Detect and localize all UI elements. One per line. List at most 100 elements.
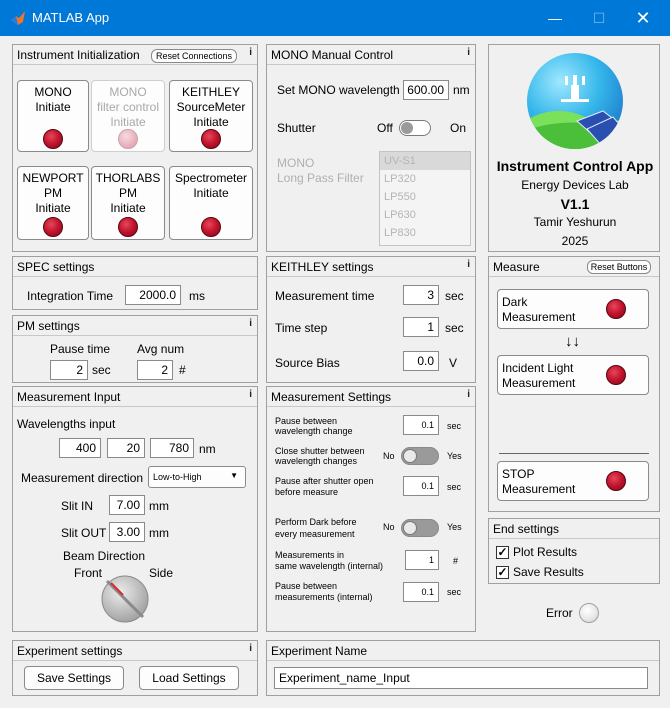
plot-results-checkbox[interactable]: ✓ bbox=[496, 546, 509, 559]
mono-manual-panel: MONO Manual Control i Set MONO wavelengt… bbox=[266, 44, 476, 252]
chevron-down-icon: ▼ bbox=[230, 471, 238, 480]
button-label: Dark bbox=[502, 295, 528, 309]
pause-time-label: Pause time bbox=[50, 342, 111, 356]
avg-num-input[interactable]: 2 bbox=[137, 360, 173, 380]
stop-measurement-button[interactable]: STOP Measurement bbox=[497, 461, 649, 501]
wavelength-start-input[interactable]: 400 bbox=[59, 438, 101, 458]
button-label: Initiate bbox=[35, 201, 71, 215]
time-step-label: Time step bbox=[275, 321, 328, 335]
filter-label: Long Pass Filter bbox=[277, 171, 364, 185]
info-icon[interactable]: i bbox=[467, 259, 470, 270]
save-results-label: Save Results bbox=[513, 565, 584, 579]
time-step-input[interactable]: 1 bbox=[403, 317, 439, 337]
list-item[interactable]: LP550 bbox=[380, 188, 470, 206]
status-lamp bbox=[118, 129, 138, 149]
slit-in-unit: mm bbox=[149, 499, 169, 513]
info-icon[interactable]: i bbox=[249, 643, 252, 654]
dropdown-value: Low-to-High bbox=[153, 472, 202, 482]
list-item[interactable]: LP320 bbox=[380, 170, 470, 188]
close-icon[interactable]: ✕ bbox=[620, 0, 666, 36]
same-wl-label: Measurements in bbox=[275, 550, 345, 560]
toggle-knob bbox=[403, 449, 417, 463]
spectrometer-initiate-button[interactable]: Spectrometer Initiate bbox=[169, 166, 253, 240]
minimize-icon[interactable]: — bbox=[532, 0, 578, 36]
pause-after-unit: sec bbox=[447, 482, 462, 492]
info-icon[interactable]: i bbox=[249, 318, 252, 329]
mono-filter-initiate-button[interactable]: MONO filter control Initiate bbox=[91, 80, 165, 152]
list-item[interactable]: LP630 bbox=[380, 206, 470, 224]
pause-wl-label: wavelength change bbox=[275, 426, 353, 436]
info-icon[interactable]: i bbox=[467, 389, 470, 400]
experiment-name-input[interactable]: Experiment_name_Input bbox=[274, 667, 648, 689]
incident-light-button[interactable]: Incident Light Measurement bbox=[497, 355, 649, 395]
direction-dropdown[interactable]: Low-to-High ▼ bbox=[148, 466, 246, 488]
keithley-initiate-button[interactable]: KEITHLEY SourceMeter Initiate bbox=[169, 80, 253, 152]
maximize-icon[interactable]: ☐ bbox=[576, 0, 622, 36]
same-wl-input[interactable]: 1 bbox=[405, 550, 439, 570]
integration-time-input[interactable]: 2000.0 bbox=[125, 285, 181, 305]
pause-time-input[interactable]: 2 bbox=[50, 360, 88, 380]
avg-num-unit: # bbox=[179, 363, 186, 377]
integration-time-label: Integration Time bbox=[27, 289, 114, 303]
close-shutter-yes-label: Yes bbox=[447, 451, 462, 461]
info-icon[interactable]: i bbox=[467, 47, 470, 58]
close-shutter-toggle[interactable] bbox=[401, 447, 439, 465]
measurement-time-input[interactable]: 3 bbox=[403, 285, 439, 305]
close-shutter-no-label: No bbox=[383, 451, 395, 461]
pause-wl-unit: sec bbox=[447, 421, 462, 431]
info-icon[interactable]: i bbox=[249, 47, 252, 58]
measurement-settings-panel: Measurement Settings i Pause between wav… bbox=[266, 386, 476, 632]
button-label: Initiate bbox=[110, 201, 146, 215]
save-results-checkbox[interactable]: ✓ bbox=[496, 566, 509, 579]
down-arrows-icon: ↓↓ bbox=[565, 333, 580, 350]
dark-measurement-button[interactable]: Dark Measurement bbox=[497, 289, 649, 329]
button-label: Measurement bbox=[502, 310, 576, 324]
reset-connections-button[interactable]: Reset Connections bbox=[151, 49, 237, 63]
status-lamp bbox=[606, 471, 626, 491]
perform-dark-toggle[interactable] bbox=[401, 519, 439, 537]
shutter-toggle[interactable] bbox=[399, 120, 431, 136]
pause-wl-input[interactable]: 0.1 bbox=[403, 415, 439, 435]
panel-title: SPEC settings bbox=[13, 257, 257, 277]
load-settings-button[interactable]: Load Settings bbox=[139, 666, 239, 690]
shutter-off-label: Off bbox=[377, 121, 393, 135]
status-lamp bbox=[43, 129, 63, 149]
filter-listbox[interactable]: UV-S1 LP320 LP550 LP630 LP830 bbox=[379, 151, 471, 246]
same-wl-label: same wavelength (internal) bbox=[275, 561, 384, 571]
save-settings-button[interactable]: Save Settings bbox=[24, 666, 124, 690]
wavelength-unit: nm bbox=[453, 83, 470, 97]
list-item[interactable]: UV-S1 bbox=[380, 152, 470, 170]
toggle-knob bbox=[401, 122, 413, 134]
slit-out-unit: mm bbox=[149, 526, 169, 540]
status-lamp bbox=[606, 365, 626, 385]
spec-settings-panel: SPEC settings Integration Time 2000.0 ms bbox=[12, 256, 258, 310]
experiment-settings-panel: Experiment settings i Save Settings Load… bbox=[12, 640, 258, 696]
pause-internal-input[interactable]: 0.1 bbox=[403, 582, 439, 602]
wavelength-end-input[interactable]: 780 bbox=[150, 438, 194, 458]
wavelength-step-input[interactable]: 20 bbox=[107, 438, 145, 458]
mono-initiate-button[interactable]: MONO Initiate bbox=[17, 80, 89, 152]
slit-in-input[interactable]: 7.00 bbox=[109, 495, 145, 515]
button-label: NEWPORT bbox=[22, 171, 84, 185]
avg-num-label: Avg num bbox=[137, 342, 185, 356]
panel-title: Measurement Input bbox=[13, 387, 257, 407]
mono-wavelength-input[interactable]: 600.00 bbox=[403, 80, 449, 100]
source-bias-label: Source Bias bbox=[275, 356, 340, 370]
pause-time-unit: sec bbox=[92, 363, 111, 377]
pause-after-input[interactable]: 0.1 bbox=[403, 476, 439, 496]
slit-out-input[interactable]: 3.00 bbox=[109, 522, 145, 542]
beam-direction-knob[interactable] bbox=[99, 573, 151, 625]
newport-initiate-button[interactable]: NEWPORT PM Initiate bbox=[17, 166, 89, 240]
list-item[interactable]: LP830 bbox=[380, 224, 470, 242]
error-label: Error bbox=[546, 606, 573, 620]
matlab-logo-icon bbox=[11, 11, 25, 25]
reset-buttons-button[interactable]: Reset Buttons bbox=[587, 260, 651, 274]
panel-title: PM settings bbox=[13, 316, 257, 336]
version-label: V1.1 bbox=[560, 196, 590, 212]
shutter-label: Shutter bbox=[277, 121, 316, 135]
source-bias-input[interactable]: 0.0 bbox=[403, 351, 439, 371]
panel-title: End settings bbox=[489, 519, 659, 539]
info-icon[interactable]: i bbox=[249, 389, 252, 400]
thorlabs-initiate-button[interactable]: THORLABS PM Initiate bbox=[91, 166, 165, 240]
experiment-name-panel: Experiment Name Experiment_name_Input bbox=[266, 640, 660, 696]
